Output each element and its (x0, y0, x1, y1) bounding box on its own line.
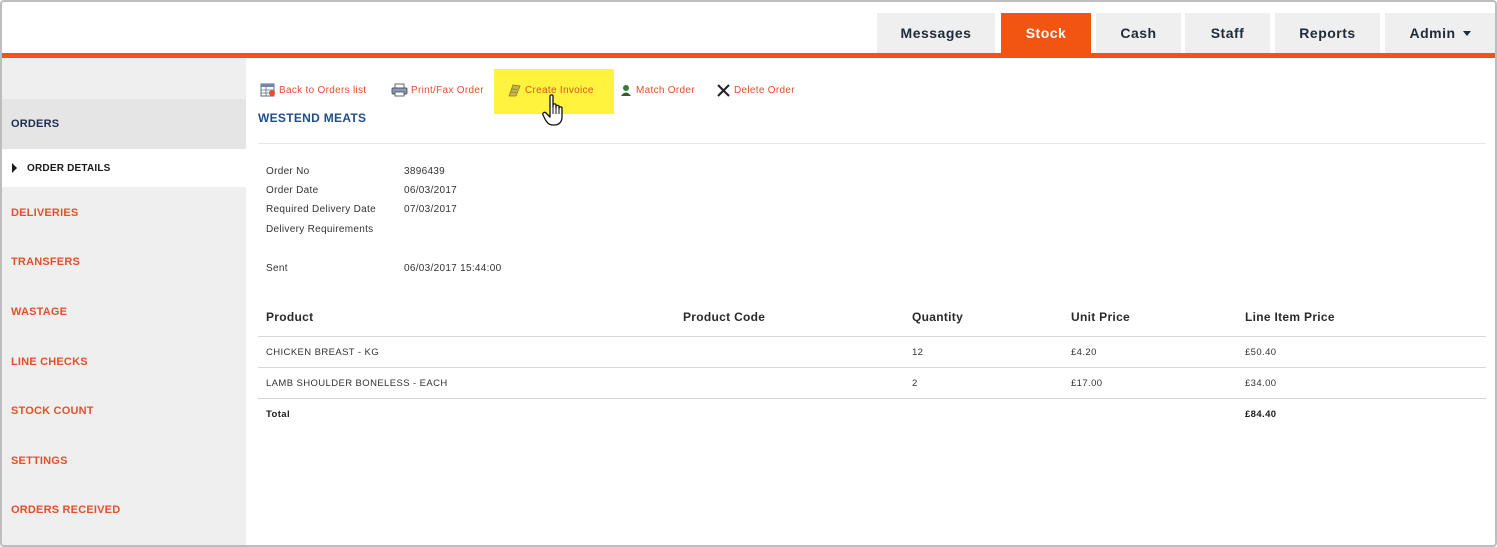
order-date-label: Order Date (266, 185, 319, 196)
cell-quantity: 2 (912, 378, 918, 389)
sidebar-item-label: ORDER DETAILS (27, 162, 111, 174)
sidebar-item-orders[interactable]: ORDERS (2, 99, 246, 149)
required-delivery-date-label: Required Delivery Date (266, 204, 376, 215)
print-fax-order-link[interactable]: Print/Fax Order (391, 80, 484, 100)
tab-label: Messages (900, 25, 972, 41)
sidebar-item-transfers[interactable]: TRANSFERS (2, 240, 246, 284)
sidebar-item-orders-received[interactable]: ORDERS RECEIVED (2, 488, 246, 532)
order-date-value: 06/03/2017 (404, 185, 458, 196)
table-divider (258, 398, 1486, 399)
caret-down-icon (1462, 30, 1471, 36)
tab-staff[interactable]: Staff (1185, 13, 1270, 53)
cell-unit-price: £4.20 (1071, 347, 1097, 358)
sidebar-item-label: WASTAGE (11, 306, 68, 318)
x-icon (717, 84, 730, 97)
total-value: £84.40 (1245, 409, 1277, 420)
tab-admin[interactable]: Admin (1385, 13, 1495, 53)
top-navigation: Messages Stock Cash Staff Reports Admin (2, 2, 1495, 58)
action-label: Back to Orders list (279, 84, 367, 96)
tab-label: Reports (1299, 25, 1356, 41)
table-icon (260, 83, 275, 97)
order-no-label: Order No (266, 166, 310, 177)
order-no-value: 3896439 (404, 166, 446, 177)
printer-icon (391, 83, 408, 97)
hand-cursor-icon (542, 94, 563, 126)
delete-order-link[interactable]: Delete Order (716, 80, 795, 100)
tab-stock[interactable]: Stock (1001, 13, 1091, 53)
column-header-line-item-price: Line Item Price (1245, 310, 1335, 324)
triangle-right-icon (12, 163, 17, 173)
sidebar-item-wastage[interactable]: WASTAGE (2, 290, 246, 334)
action-label: Delete Order (734, 84, 795, 96)
cell-unit-price: £17.00 (1071, 378, 1103, 389)
sent-label: Sent (266, 263, 288, 274)
app-window: Messages Stock Cash Staff Reports Admin … (0, 0, 1497, 547)
tab-label: Cash (1120, 25, 1157, 41)
sidebar-item-deliveries[interactable]: DELIVERIES (2, 191, 246, 235)
total-label: Total (266, 409, 290, 420)
tab-label: Staff (1210, 25, 1245, 41)
match-order-link[interactable]: Match Order (619, 80, 695, 100)
sidebar-item-label: STOCK COUNT (11, 405, 94, 417)
table-divider (258, 367, 1486, 368)
action-label: Print/Fax Order (411, 84, 484, 96)
sidebar-item-label: DELIVERIES (11, 207, 79, 219)
person-icon (621, 85, 631, 96)
cell-line-item-price: £34.00 (1245, 378, 1277, 389)
cell-quantity: 12 (912, 347, 924, 358)
back-to-orders-link[interactable]: Back to Orders list (260, 80, 366, 100)
sidebar: ORDERS ORDER DETAILS DELIVERIES TRANSFER… (2, 58, 246, 545)
supplier-title: WESTEND MEATS (258, 111, 367, 125)
sidebar-item-stock-count[interactable]: STOCK COUNT (2, 389, 246, 433)
required-delivery-date-value: 07/03/2017 (404, 204, 458, 215)
sidebar-item-label: TRANSFERS (11, 256, 81, 268)
column-header-product: Product (266, 310, 314, 324)
tab-reports[interactable]: Reports (1275, 13, 1380, 53)
sidebar-item-label: ORDERS RECEIVED (11, 504, 121, 516)
column-header-product-code: Product Code (683, 310, 766, 324)
tab-label: Admin (1409, 25, 1456, 41)
invoice-icon (508, 84, 521, 97)
sidebar-item-label: LINE CHECKS (11, 356, 88, 368)
column-header-unit-price: Unit Price (1071, 310, 1131, 324)
sidebar-item-order-details[interactable]: ORDER DETAILS (2, 149, 246, 187)
cell-line-item-price: £50.40 (1245, 347, 1277, 358)
tab-cash[interactable]: Cash (1096, 13, 1181, 53)
tab-messages[interactable]: Messages (877, 13, 995, 53)
table-divider (258, 336, 1486, 337)
cell-product: CHICKEN BREAST - KG (266, 347, 379, 358)
tab-label: Stock (1025, 25, 1067, 41)
sidebar-item-settings[interactable]: SETTINGS (2, 439, 246, 483)
sent-value: 06/03/2017 15:44:00 (404, 263, 502, 274)
sidebar-item-label: ORDERS (11, 118, 60, 130)
column-header-quantity: Quantity (912, 310, 964, 324)
action-label: Match Order (636, 84, 695, 96)
sidebar-item-label: SETTINGS (11, 455, 68, 467)
divider (258, 143, 1486, 144)
delivery-requirements-label: Delivery Requirements (266, 224, 374, 235)
sidebar-item-line-checks[interactable]: LINE CHECKS (2, 340, 246, 384)
cell-product: LAMB SHOULDER BONELESS - EACH (266, 378, 448, 389)
